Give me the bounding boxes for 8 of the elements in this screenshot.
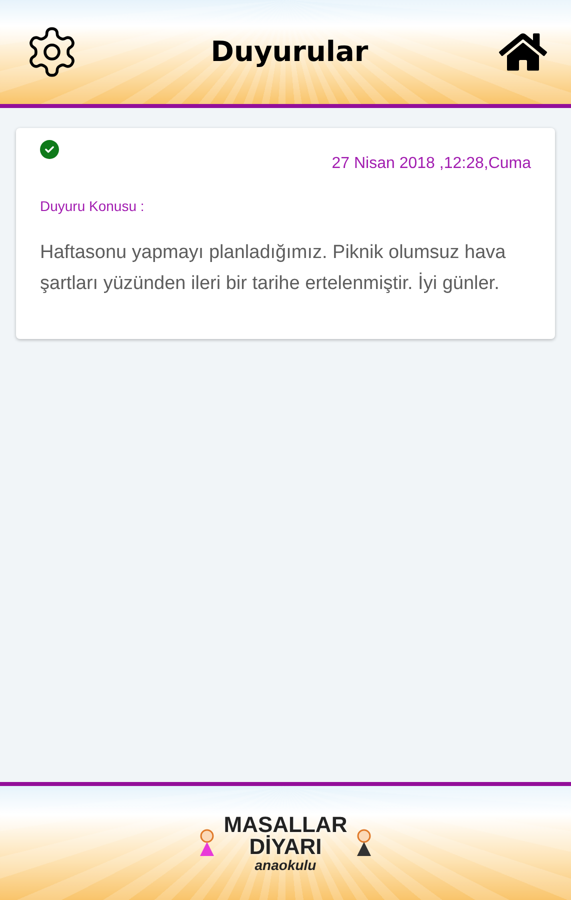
announcement-text: Haftasonu yapmayı planladığımız. Piknik olumsuz hava şartları yüzünden ileri bir tarihe ertelenmiştir. İyi günler. xyxy=(40,241,507,296)
logo-subtitle: anaokulu xyxy=(254,858,316,872)
logo-text: DİYARI xyxy=(249,836,322,858)
subject-label: Duyuru Konusu : xyxy=(40,197,146,216)
logo-text: MASALLAR xyxy=(224,814,348,836)
check-icon xyxy=(40,140,59,159)
page-title: Duyurular xyxy=(210,34,368,70)
announcement-date: 27 Nisan 2018 ,12:28,Cuma xyxy=(332,154,531,174)
